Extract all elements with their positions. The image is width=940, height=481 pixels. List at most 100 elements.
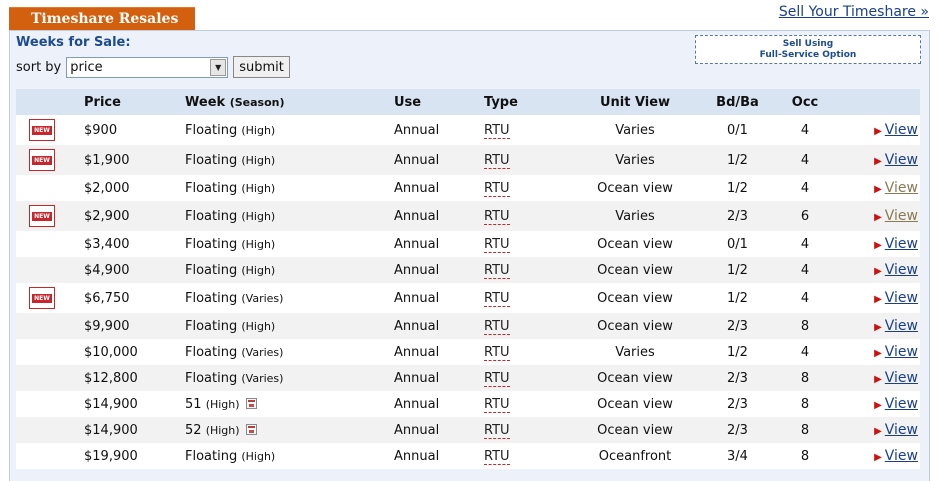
new-cell: NEW (16, 201, 84, 231)
full-service-line2: Full-Service Option (759, 50, 857, 60)
view-link[interactable]: View (885, 152, 918, 168)
occ-cell: 4 (800, 122, 810, 138)
week-value: Floating (185, 180, 238, 196)
new-cell (16, 313, 84, 339)
type-value[interactable]: RTU (484, 422, 510, 439)
submit-button[interactable]: submit (233, 56, 290, 78)
type-value[interactable]: RTU (484, 396, 510, 413)
play-arrow-icon: ▶ (874, 184, 882, 195)
type-value[interactable]: RTU (484, 152, 510, 169)
calendar-icon[interactable] (245, 423, 257, 435)
view-cell: ▶ View (825, 417, 920, 443)
type-cell: RTU (484, 313, 580, 339)
new-cell (16, 417, 84, 443)
type-value[interactable]: RTU (484, 122, 510, 139)
season-value: (High) (241, 237, 276, 251)
week-cell: Floating (Varies) (185, 283, 394, 313)
sort-select-value: price (70, 59, 103, 75)
price-cell: $4,900 (84, 262, 130, 278)
use-cell: Annual (394, 152, 440, 168)
view-link[interactable]: View (885, 448, 918, 464)
view-link[interactable]: View (885, 422, 918, 438)
play-arrow-icon: ▶ (874, 294, 882, 305)
price-cell: $2,000 (84, 180, 130, 196)
sell-your-timeshare-link[interactable]: Sell Your Timeshare » (779, 4, 929, 20)
bd-ba-cell: 0/1 (727, 122, 748, 138)
view-link[interactable]: View (885, 318, 918, 334)
play-arrow-icon: ▶ (874, 212, 882, 223)
price-cell: $19,900 (84, 448, 138, 464)
type-cell: RTU (484, 417, 580, 443)
price-cell: $6,750 (84, 290, 130, 306)
season-value: (Varies) (241, 345, 284, 359)
chevron-down-icon[interactable]: ▼ (210, 58, 227, 76)
full-service-option-button[interactable]: Sell Using Full-Service Option (695, 35, 921, 64)
occ-cell: 4 (800, 262, 810, 278)
listings-table: Price Week (Season) Use Type Unit View B… (16, 89, 920, 469)
use-cell: Annual (394, 448, 440, 464)
play-arrow-icon: ▶ (874, 374, 882, 385)
type-value[interactable]: RTU (484, 290, 510, 307)
view-link[interactable]: View (885, 208, 918, 224)
type-value[interactable]: RTU (484, 236, 510, 253)
header-use: Use (394, 89, 484, 115)
type-cell: RTU (484, 115, 580, 145)
price-cell: $9,900 (84, 318, 130, 334)
week-value: Floating (185, 318, 238, 334)
view-cell: ▶ View (825, 365, 920, 391)
new-cell (16, 339, 84, 365)
unit-view-cell: Varies (615, 208, 655, 224)
occ-cell: 8 (800, 370, 810, 386)
bd-ba-cell: 2/3 (727, 396, 748, 412)
use-cell: Annual (394, 262, 440, 278)
occ-cell: 8 (800, 318, 810, 334)
use-cell: Annual (394, 422, 440, 438)
type-value[interactable]: RTU (484, 448, 510, 465)
week-value: Floating (185, 448, 238, 464)
view-link[interactable]: View (885, 122, 918, 138)
new-badge-text: NEW (32, 126, 52, 135)
table-row: $14,900 51 (High) Annual RTU Ocean view 2/3 8 ▶… (16, 391, 920, 417)
type-value[interactable]: RTU (484, 262, 510, 279)
new-badge-icon: NEW (29, 205, 55, 227)
header-week-label: Week (185, 94, 226, 110)
type-cell: RTU (484, 231, 580, 257)
new-cell: NEW (16, 283, 84, 313)
use-cell: Annual (394, 180, 440, 196)
season-value: (Varies) (241, 291, 284, 305)
sort-select[interactable]: price ▼ (66, 56, 229, 78)
bd-ba-cell: 1/2 (727, 262, 748, 278)
play-arrow-icon: ▶ (874, 400, 882, 411)
view-cell: ▶ View (825, 145, 920, 175)
type-cell: RTU (484, 391, 580, 417)
week-value: Floating (185, 262, 238, 278)
type-cell: RTU (484, 365, 580, 391)
view-link[interactable]: View (885, 344, 918, 360)
season-value: (Varies) (241, 371, 284, 385)
season-value: (High) (241, 319, 276, 333)
view-link[interactable]: View (885, 396, 918, 412)
view-link[interactable]: View (885, 236, 918, 252)
full-service-line1: Sell Using (782, 39, 834, 49)
view-link[interactable]: View (885, 262, 918, 278)
new-cell (16, 175, 84, 201)
new-cell: NEW (16, 115, 84, 145)
table-row: $14,900 52 (High) Annual RTU Ocean view 2/3 8 ▶… (16, 417, 920, 443)
type-value[interactable]: RTU (484, 344, 510, 361)
view-link[interactable]: View (885, 290, 918, 306)
new-badge-icon: NEW (29, 149, 55, 171)
type-value[interactable]: RTU (484, 180, 510, 197)
week-cell: 51 (High) (185, 391, 394, 417)
type-value[interactable]: RTU (484, 318, 510, 335)
table-header-row: Price Week (Season) Use Type Unit View B… (16, 89, 920, 115)
type-value[interactable]: RTU (484, 208, 510, 225)
type-value[interactable]: RTU (484, 370, 510, 387)
calendar-icon[interactable] (245, 397, 257, 409)
timeshare-resales-tab: Timeshare Resales (9, 7, 195, 30)
play-arrow-icon: ▶ (874, 266, 882, 277)
type-cell: RTU (484, 257, 580, 283)
season-value: (High) (241, 181, 276, 195)
view-cell: ▶ View (825, 339, 920, 365)
view-link[interactable]: View (885, 180, 918, 196)
view-link[interactable]: View (885, 370, 918, 386)
